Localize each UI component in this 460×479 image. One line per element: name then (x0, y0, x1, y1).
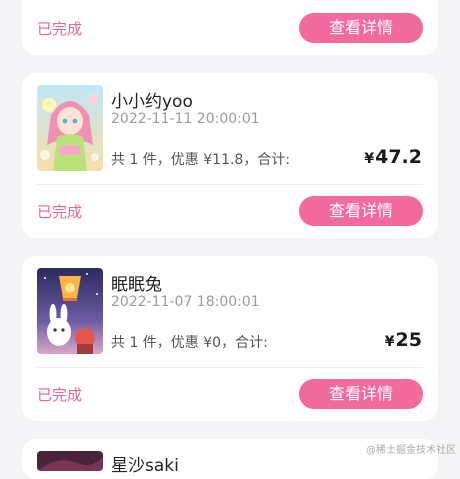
order-card: 已完成 查看详情 (22, 0, 438, 55)
product-thumbnail[interactable] (37, 451, 103, 471)
view-details-button[interactable]: 查看详情 (299, 379, 423, 409)
order-total: ¥25 (385, 329, 422, 351)
dark-anime-image (37, 451, 103, 471)
order-time: 2022-11-11 20:00:01 (111, 111, 260, 127)
bunny-lantern-night-image (37, 268, 103, 354)
order-status: 已完成 (37, 203, 83, 221)
product-name: 小小约yoo (111, 92, 193, 112)
divider (37, 184, 423, 185)
order-total: ¥47.2 (364, 146, 422, 168)
total-amount: 25 (395, 329, 422, 351)
view-details-button[interactable]: 查看详情 (299, 196, 423, 226)
product-thumbnail[interactable] (37, 268, 103, 354)
product-name: 星沙saki (111, 456, 179, 476)
order-card[interactable]: 眠眠兔 2022-11-07 18:00:01 共 1 件，优惠 ¥0，合计: … (22, 256, 438, 421)
order-summary: 共 1 件，优惠 ¥11.8，合计: (111, 152, 291, 168)
divider (37, 367, 423, 368)
total-amount: 47.2 (375, 146, 422, 168)
order-summary: 共 1 件，优惠 ¥0，合计: (111, 335, 268, 351)
order-status: 已完成 (37, 386, 83, 404)
product-thumbnail[interactable] (37, 85, 103, 171)
anime-girl-pink-hair-image (37, 85, 103, 171)
currency-symbol: ¥ (364, 151, 375, 167)
order-status: 已完成 (37, 20, 83, 38)
view-details-button[interactable]: 查看详情 (299, 13, 423, 43)
currency-symbol: ¥ (384, 334, 395, 350)
product-name: 眠眠兔 (111, 275, 162, 295)
watermark: @稀土掘金技术社区 (366, 445, 456, 456)
order-time: 2022-11-07 18:00:01 (111, 294, 260, 310)
order-card[interactable]: 小小约yoo 2022-11-11 20:00:01 共 1 件，优惠 ¥11.… (22, 73, 438, 238)
